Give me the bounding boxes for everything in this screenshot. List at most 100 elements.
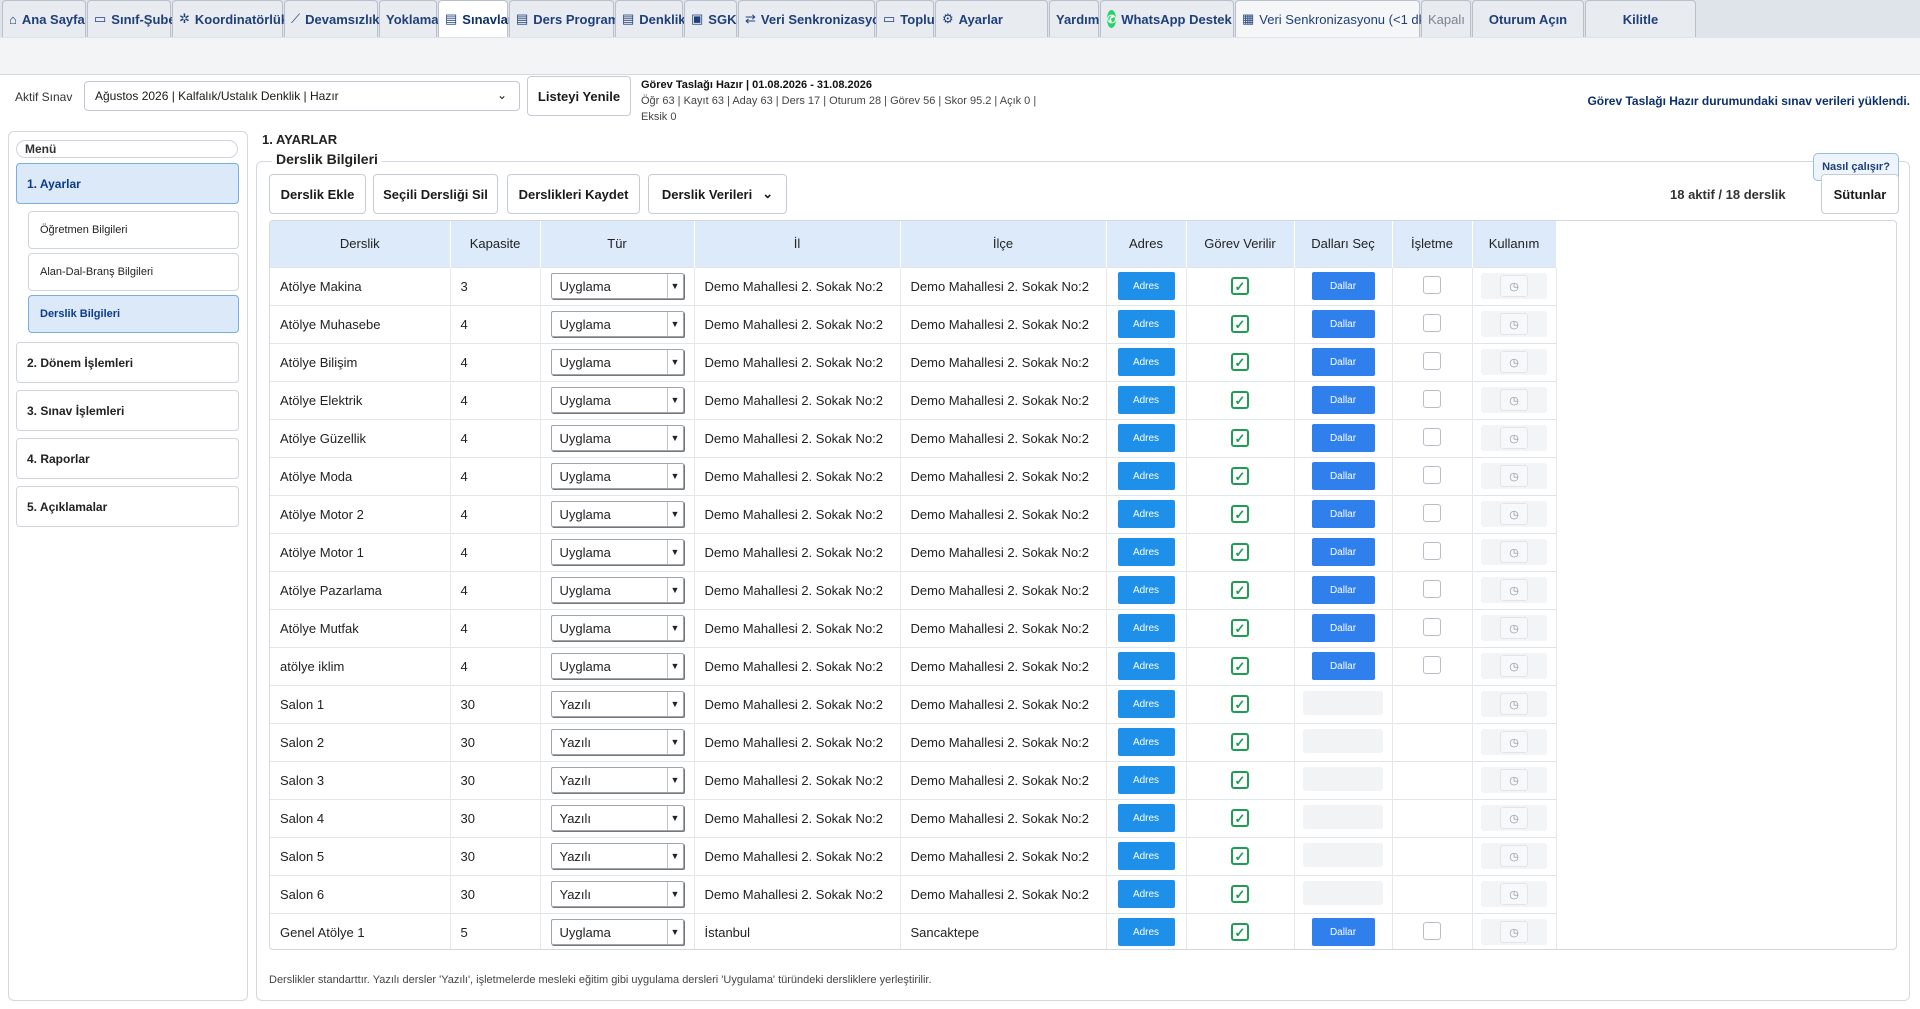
- assign-checkbox[interactable]: ✓: [1231, 657, 1249, 675]
- active-exam-select[interactable]: Ağustos 2026 | Kalfalık/Ustalık Denklik …: [84, 81, 520, 111]
- type-select[interactable]: Uyglama ▼: [550, 539, 684, 565]
- address-button[interactable]: Adres: [1117, 804, 1175, 832]
- business-checkbox[interactable]: [1423, 541, 1441, 560]
- business-checkbox[interactable]: [1423, 921, 1441, 940]
- usage-indicator[interactable]: ◷: [1481, 729, 1547, 755]
- tab-13[interactable]: Yardım: [1049, 0, 1099, 37]
- business-checkbox[interactable]: [1423, 275, 1441, 294]
- address-button[interactable]: Adres: [1117, 386, 1175, 414]
- capacity-cell[interactable]: 4: [450, 570, 541, 609]
- tab-15[interactable]: ▦ Veri Senkronizasyonu (<1 dk): [1235, 0, 1429, 37]
- address-button[interactable]: Adres: [1117, 690, 1175, 718]
- sidebar-item-1[interactable]: 1. Ayarlar: [16, 163, 239, 204]
- assign-checkbox[interactable]: ✓: [1231, 847, 1249, 865]
- address-button[interactable]: Adres: [1117, 880, 1175, 908]
- assign-checkbox[interactable]: ✓: [1231, 353, 1249, 371]
- tab-8[interactable]: ▤ Denklik: [615, 0, 686, 37]
- capacity-cell[interactable]: 4: [450, 532, 541, 571]
- type-select[interactable]: Uyglama ▼: [550, 463, 684, 489]
- capacity-cell[interactable]: 4: [450, 608, 541, 647]
- column-header[interactable]: Dalları Seç: [1294, 221, 1393, 267]
- type-select[interactable]: Uyglama ▼: [550, 311, 684, 337]
- table-row[interactable]: Atölye Motor 2 4 Uyglama ▼ Demo Mahallesi 2.…: [270, 494, 1557, 533]
- business-checkbox[interactable]: [1423, 655, 1441, 674]
- tab-7[interactable]: ▤ Ders Programı: [509, 0, 623, 37]
- table-row[interactable]: Atölye Elektrik 4 Uyglama ▼ Demo Mahallesi 2…: [270, 380, 1557, 419]
- tab-17[interactable]: Oturum Açın: [1472, 0, 1584, 37]
- capacity-cell[interactable]: 30: [450, 836, 541, 875]
- address-button[interactable]: Adres: [1117, 652, 1175, 680]
- tab-10[interactable]: ⇄ Veri Senkronizasyon: [738, 0, 888, 37]
- branches-button[interactable]: Dallar: [1311, 538, 1375, 566]
- assign-checkbox[interactable]: ✓: [1231, 543, 1249, 561]
- address-button[interactable]: Adres: [1117, 918, 1175, 947]
- branches-button[interactable]: Dallar: [1311, 500, 1375, 528]
- assign-checkbox[interactable]: ✓: [1231, 619, 1249, 637]
- tab-12[interactable]: ⚙ Ayarlar: [935, 0, 1048, 37]
- branches-button[interactable]: Dallar: [1311, 424, 1375, 452]
- capacity-cell[interactable]: 4: [450, 646, 541, 685]
- assign-checkbox[interactable]: ✓: [1231, 277, 1249, 295]
- assign-checkbox[interactable]: ✓: [1231, 771, 1249, 789]
- assign-checkbox[interactable]: ✓: [1231, 923, 1249, 942]
- sidebar-item-3[interactable]: Alan-Dal-Branş Bilgileri: [28, 253, 239, 291]
- type-select[interactable]: Uyglama ▼: [550, 425, 684, 451]
- capacity-cell[interactable]: 30: [450, 760, 541, 799]
- tab-14[interactable]: ✆ WhatsApp Destek: [1100, 0, 1234, 37]
- table-row[interactable]: Atölye Makina 3 Uyglama ▼ Demo Mahallesi 2. …: [270, 266, 1557, 305]
- table-row[interactable]: Salon 5 30 Yazılı ▼ Demo Mahallesi 2. Sokak …: [270, 836, 1557, 875]
- branches-button[interactable]: Dallar: [1311, 272, 1375, 300]
- usage-indicator[interactable]: ◷: [1481, 501, 1547, 527]
- column-header[interactable]: İlçe: [900, 221, 1107, 267]
- tab-18[interactable]: Kilitle: [1585, 0, 1696, 37]
- usage-indicator[interactable]: ◷: [1481, 387, 1547, 413]
- add-classroom-button[interactable]: Derslik Ekle: [269, 174, 366, 214]
- assign-checkbox[interactable]: ✓: [1231, 505, 1249, 523]
- business-checkbox[interactable]: [1423, 427, 1441, 446]
- sidebar-item-5[interactable]: 2. Dönem İşlemleri: [16, 342, 239, 383]
- address-button[interactable]: Adres: [1117, 538, 1175, 566]
- assign-checkbox[interactable]: ✓: [1231, 467, 1249, 485]
- type-select[interactable]: Uyglama ▼: [550, 615, 684, 641]
- business-checkbox[interactable]: [1423, 579, 1441, 598]
- address-button[interactable]: Adres: [1117, 766, 1175, 794]
- column-header[interactable]: Kapasite: [450, 221, 541, 267]
- column-header[interactable]: Derslik: [270, 221, 451, 267]
- type-select[interactable]: Uyglama ▼: [550, 577, 684, 603]
- type-select[interactable]: Yazılı ▼: [550, 729, 684, 755]
- usage-indicator[interactable]: ◷: [1481, 843, 1547, 869]
- assign-checkbox[interactable]: ✓: [1231, 581, 1249, 599]
- usage-indicator[interactable]: ◷: [1481, 653, 1547, 679]
- assign-checkbox[interactable]: ✓: [1231, 809, 1249, 827]
- assign-checkbox[interactable]: ✓: [1231, 391, 1249, 409]
- type-select[interactable]: Yazılı ▼: [550, 767, 684, 793]
- usage-indicator[interactable]: ◷: [1481, 919, 1547, 946]
- branches-button[interactable]: Dallar: [1311, 652, 1375, 680]
- address-button[interactable]: Adres: [1117, 842, 1175, 870]
- table-row[interactable]: Atölye Mutfak 4 Uyglama ▼ Demo Mahallesi 2. …: [270, 608, 1557, 647]
- branches-button[interactable]: Dallar: [1311, 462, 1375, 490]
- capacity-cell[interactable]: 30: [450, 684, 541, 723]
- address-button[interactable]: Adres: [1117, 348, 1175, 376]
- table-row[interactable]: Atölye Muhasebe 4 Uyglama ▼ Demo Mahallesi 2…: [270, 304, 1557, 343]
- table-row[interactable]: Atölye Motor 1 4 Uyglama ▼ Demo Mahallesi 2.…: [270, 532, 1557, 571]
- usage-indicator[interactable]: ◷: [1481, 691, 1547, 717]
- table-row[interactable]: Atölye Pazarlama 4 Uyglama ▼ Demo Mahallesi …: [270, 570, 1557, 609]
- assign-checkbox[interactable]: ✓: [1231, 429, 1249, 447]
- address-button[interactable]: Adres: [1117, 310, 1175, 338]
- type-select[interactable]: Yazılı ▼: [550, 843, 684, 869]
- branches-button[interactable]: Dallar: [1311, 348, 1375, 376]
- tab-1[interactable]: ⌂ Ana Sayfa: [2, 0, 86, 37]
- usage-indicator[interactable]: ◷: [1481, 273, 1547, 299]
- sidebar-item-4[interactable]: Derslik Bilgileri: [28, 295, 239, 333]
- sidebar-item-8[interactable]: 5. Açıklamalar: [16, 486, 239, 527]
- type-select[interactable]: Uyglama ▼: [550, 273, 684, 299]
- business-checkbox[interactable]: [1423, 351, 1441, 370]
- column-header[interactable]: Tür: [540, 221, 695, 267]
- table-row[interactable]: Salon 6 30 Yazılı ▼ Demo Mahallesi 2. Sokak …: [270, 874, 1557, 913]
- type-select[interactable]: Yazılı ▼: [550, 881, 684, 907]
- sidebar-item-6[interactable]: 3. Sınav İşlemleri: [16, 390, 239, 431]
- table-row[interactable]: atölye iklim 4 Uyglama ▼ Demo Mahallesi 2. S…: [270, 646, 1557, 685]
- usage-indicator[interactable]: ◷: [1481, 615, 1547, 641]
- address-button[interactable]: Adres: [1117, 500, 1175, 528]
